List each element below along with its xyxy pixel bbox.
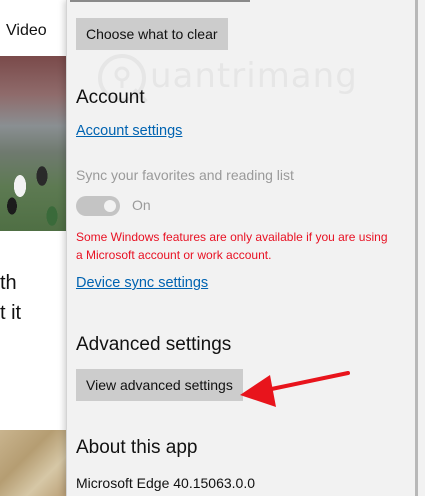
scrollbar[interactable] [415,0,418,496]
video-tab[interactable]: Video [6,22,47,40]
sync-label: Sync your favorites and reading list [76,167,294,183]
annotation-arrow-icon [240,371,350,407]
background-page: Video th t it [0,0,66,496]
about-heading: About this app [76,437,198,458]
article-text-fragment: th [0,272,17,294]
account-heading: Account [76,87,145,108]
advanced-settings-heading: Advanced settings [76,334,232,355]
article-text-fragment: t it [0,302,22,324]
sync-toggle-state: On [132,197,151,213]
device-sync-settings-link[interactable]: Device sync settings [76,275,208,291]
toggle-knob [104,200,116,212]
section-divider [70,0,250,2]
view-advanced-settings-button[interactable]: View advanced settings [76,369,243,401]
sync-warning-text: Some Windows features are only available… [76,230,388,262]
sync-toggle[interactable] [76,196,120,216]
article-image[interactable] [0,430,66,496]
choose-what-to-clear-button[interactable]: Choose what to clear [76,18,228,50]
article-image[interactable] [0,56,66,231]
account-settings-link[interactable]: Account settings [76,123,182,139]
app-version: Microsoft Edge 40.15063.0.0 [76,475,256,491]
